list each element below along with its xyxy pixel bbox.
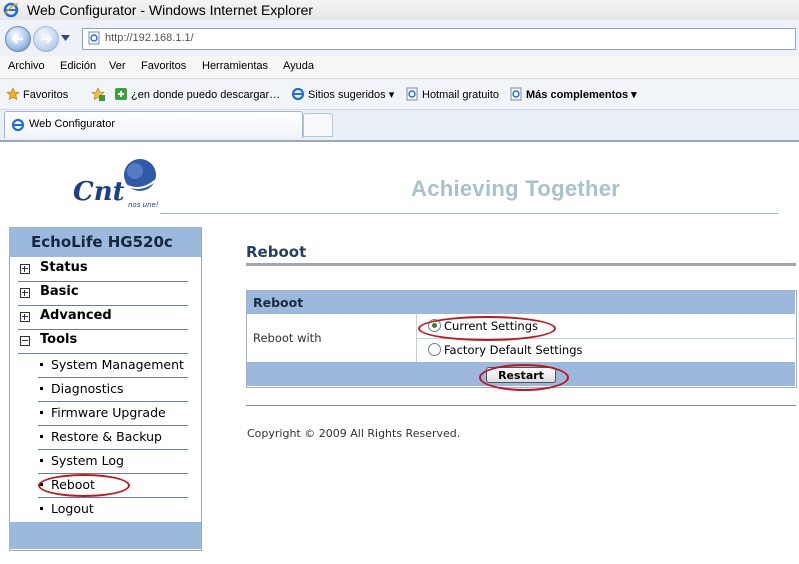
option-factory-default[interactable]: Factory Default Settings [417, 338, 795, 362]
sidebar-subitem-restore-backup[interactable]: Restore & Backup [38, 425, 188, 450]
add-favorite-button[interactable] [91, 87, 108, 101]
address-url: http://192.168.1.1/ [105, 32, 194, 44]
restart-button[interactable]: Restart [486, 367, 556, 383]
collapse-minus-icon [20, 336, 30, 346]
menu-favoritos[interactable]: Favoritos [141, 60, 186, 72]
back-button[interactable] [5, 26, 31, 52]
browser-tab-web-configurator[interactable]: Web Configurator [4, 111, 303, 138]
bullet-icon [40, 363, 43, 366]
sidebar-subitem-diagnostics[interactable]: Diagnostics [38, 377, 188, 402]
bullet-icon [40, 387, 43, 390]
forward-arrow-icon [41, 34, 53, 44]
sidebar-item-basic[interactable]: Basic [18, 281, 188, 306]
new-tab-button[interactable] [303, 113, 333, 137]
sidebar-subitem-reboot[interactable]: Reboot [38, 473, 188, 498]
page-icon [88, 31, 100, 45]
svg-text:Cnt: Cnt [73, 177, 125, 207]
fav-link-descargar-label: ¿en donde puedo descargar… [131, 89, 281, 101]
favorites-label: Favoritos [23, 89, 69, 101]
content-divider [246, 405, 796, 406]
menu-ayuda[interactable]: Ayuda [283, 60, 314, 72]
ie-icon [3, 2, 19, 18]
fav-sitios-sugeridos-label: Sitios sugeridos [308, 89, 386, 101]
sidebar-subitem-label: Restore & Backup [51, 429, 162, 444]
sidebar-device-header: EchoLife HG520c [9, 227, 201, 257]
expand-plus-icon [20, 312, 30, 322]
forward-button[interactable] [33, 26, 59, 52]
fav-sitios-sugeridos[interactable]: Sitios sugeridos ▾ [291, 87, 394, 101]
header-divider [160, 213, 778, 214]
menu-edicion[interactable]: Edición [60, 60, 96, 72]
expand-plus-icon [20, 288, 30, 298]
ie-icon [291, 87, 305, 101]
window-title-bar: Web Configurator - Windows Internet Expl… [0, 0, 799, 21]
recent-pages-dropdown-icon[interactable] [61, 35, 70, 41]
current-settings-radio[interactable] [428, 319, 441, 332]
expand-plus-icon [20, 264, 30, 274]
window-title: Web Configurator - Windows Internet Expl… [27, 2, 314, 18]
bullet-icon [40, 459, 43, 462]
sidebar-subitem-system-log[interactable]: System Log [38, 449, 188, 474]
page-icon [406, 87, 418, 101]
green-site-icon [115, 88, 127, 100]
cnt-logo: Cnt nos une! [72, 158, 162, 214]
favorites-button[interactable]: Favoritos [6, 87, 68, 101]
sidebar-subitem-system-management[interactable]: System Management [38, 353, 188, 378]
page-title: Reboot [246, 243, 307, 261]
factory-default-label: Factory Default Settings [444, 343, 583, 357]
tab-title: Web Configurator [29, 118, 116, 130]
fav-mas-complementos[interactable]: Más complementos ▾ [509, 87, 637, 101]
menu-herramientas[interactable]: Herramientas [202, 60, 268, 72]
sidebar-item-label: Basic [40, 284, 79, 299]
fav-link-descargar[interactable]: ¿en donde puedo descargar… [114, 87, 280, 101]
sidebar-item-advanced[interactable]: Advanced [18, 305, 188, 330]
sidebar-subitem-label: System Log [51, 453, 124, 468]
bullet-icon [40, 411, 43, 414]
favorites-bar: Favoritos ¿en donde puedo descargar… Sit… [0, 79, 799, 110]
sidebar-subitem-label: System Management [51, 357, 184, 372]
reboot-with-label-cell: Reboot with [247, 314, 417, 362]
sidebar-item-label: Advanced [40, 308, 112, 323]
sidebar-subitem-label: Diagnostics [51, 381, 124, 396]
factory-default-radio[interactable] [428, 343, 441, 356]
sidebar-footer [9, 522, 201, 549]
ie-icon [11, 118, 25, 132]
add-to-favorites-icon [91, 87, 105, 101]
logo-tagline: nos une! [128, 201, 159, 209]
menu-archivo[interactable]: Archivo [8, 60, 45, 72]
current-settings-label: Current Settings [444, 319, 539, 333]
fav-mas-complementos-label: Más complementos [526, 89, 629, 101]
bullet-icon [40, 435, 43, 438]
back-arrow-icon [11, 34, 23, 44]
sidebar-item-label: Status [40, 260, 88, 275]
panel-title: Reboot [253, 295, 304, 310]
title-underline [246, 263, 796, 266]
page-icon [510, 87, 522, 101]
sidebar-item-label: Tools [40, 332, 78, 347]
sidebar-subitem-logout[interactable]: Logout [38, 497, 188, 521]
fav-hotmail[interactable]: Hotmail gratuito [405, 87, 499, 101]
reboot-panel-header: Reboot [247, 291, 795, 314]
sidebar-item-tools[interactable]: Tools [18, 329, 188, 354]
fav-hotmail-label: Hotmail gratuito [422, 89, 500, 101]
sidebar-subitem-firmware-upgrade[interactable]: Firmware Upgrade [38, 401, 188, 426]
menu-bar: Archivo Edición Ver Favoritos Herramient… [0, 56, 799, 79]
bullet-icon [40, 507, 43, 510]
reboot-with-label: Reboot with [253, 331, 322, 345]
star-icon [6, 87, 20, 101]
sidebar-item-status[interactable]: Status [18, 257, 188, 282]
header-tagline: Achieving Together [411, 176, 621, 201]
address-bar[interactable]: http://192.168.1.1/ [82, 28, 796, 50]
bullet-icon [40, 483, 43, 486]
option-current-settings[interactable]: Current Settings [417, 314, 795, 339]
device-model: EchoLife HG520c [31, 233, 173, 251]
sidebar-subitem-label: Logout [51, 501, 94, 516]
copyright-text: Copyright © 2009 All Rights Reserved. [247, 427, 461, 440]
sidebar-subitem-label: Reboot [51, 477, 95, 492]
menu-ver[interactable]: Ver [109, 60, 126, 72]
sidebar-subitem-label: Firmware Upgrade [51, 405, 166, 420]
